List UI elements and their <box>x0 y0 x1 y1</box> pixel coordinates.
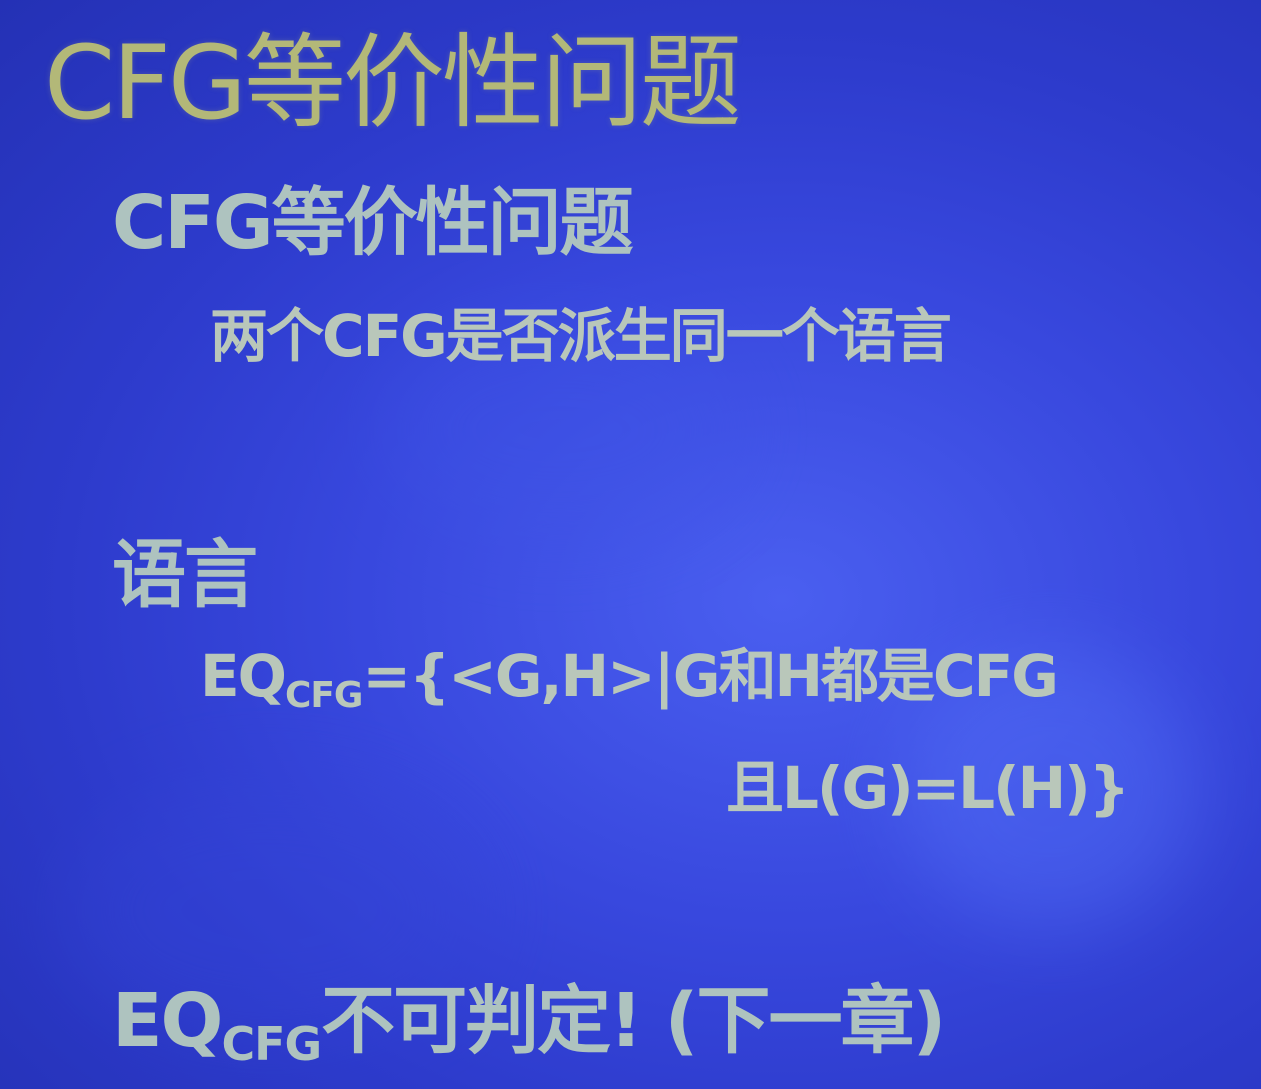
slide: CFG等价性问题 CFG等价性问题 两个CFG是否派生同一个语言 语言 EQCF… <box>0 0 1261 1089</box>
undecidable-statement: 不可判定! (下一章) <box>321 978 946 1064</box>
slide-title: CFG等价性问题 <box>44 24 742 143</box>
eq-subscript: CFG <box>284 674 363 716</box>
heading-language: 语言 <box>112 532 258 618</box>
problem-description: 两个CFG是否派生同一个语言 <box>210 302 952 370</box>
set-definition: ={<G,H>|G和H都是CFG <box>362 642 1058 710</box>
language-definition-line1: EQCFG={<G,H>|G和H都是CFG <box>200 640 1059 721</box>
heading-cfg-equivalence: CFG等价性问题 <box>112 180 634 266</box>
conclusion: EQCFG不可判定! (下一章) <box>112 976 946 1075</box>
language-definition-line2: 且L(G)=L(H)} <box>726 754 1130 822</box>
eq-symbol: EQ <box>200 642 287 710</box>
eq-subscript: CFG <box>221 1016 322 1071</box>
eq-symbol: EQ <box>112 978 223 1064</box>
